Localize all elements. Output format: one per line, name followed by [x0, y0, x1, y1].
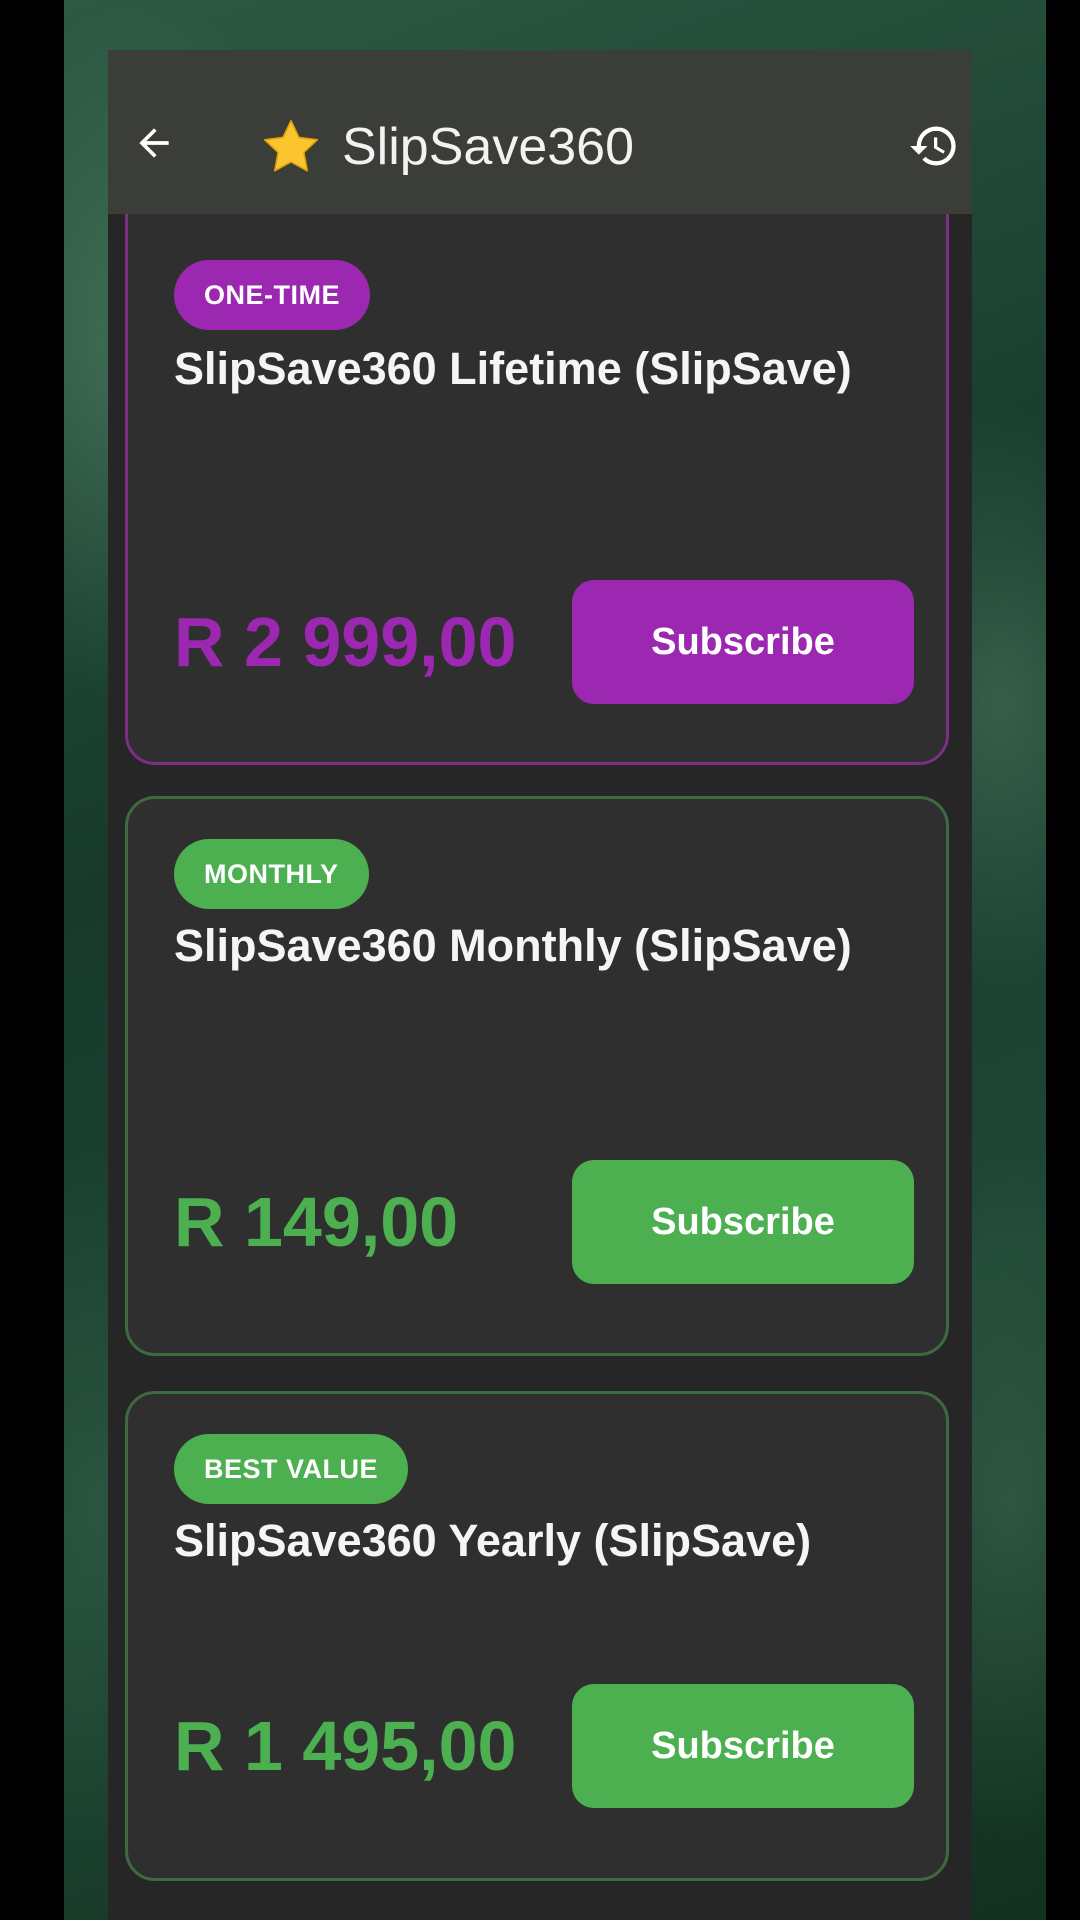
subscribe-button[interactable]: Subscribe: [572, 1160, 914, 1284]
plan-badge: MONTHLY: [174, 839, 369, 909]
arrow-left-icon: [139, 128, 169, 158]
plan-card-yearly: BEST VALUE SlipSave360 Yearly (SlipSave)…: [125, 1391, 949, 1881]
app-title: SlipSave360: [342, 118, 634, 176]
plan-card-lifetime: ONE-TIME SlipSave360 Lifetime (SlipSave)…: [125, 174, 949, 765]
subscribe-button[interactable]: Subscribe: [572, 580, 914, 704]
plan-name: SlipSave360 Monthly (SlipSave): [174, 920, 852, 971]
app-screen: SlipSave360 ONE-TIME SlipSave360 Lifetim…: [108, 50, 972, 1920]
subscribe-button[interactable]: Subscribe: [572, 1684, 914, 1808]
history-icon: [910, 126, 956, 166]
back-button[interactable]: [128, 117, 180, 169]
app-bar: SlipSave360: [108, 50, 972, 214]
history-button[interactable]: [906, 118, 962, 174]
plan-badge: ONE-TIME: [174, 260, 370, 330]
plan-price: R 149,00: [174, 1183, 459, 1261]
plan-name: SlipSave360 Lifetime (SlipSave): [174, 343, 852, 394]
plan-card-monthly: MONTHLY SlipSave360 Monthly (SlipSave) R…: [125, 796, 949, 1356]
plan-badge: BEST VALUE: [174, 1434, 409, 1504]
star-icon: [263, 119, 319, 172]
plan-price: R 1 495,00: [174, 1707, 517, 1785]
plan-price: R 2 999,00: [174, 603, 517, 681]
plan-name: SlipSave360 Yearly (SlipSave): [174, 1515, 812, 1566]
